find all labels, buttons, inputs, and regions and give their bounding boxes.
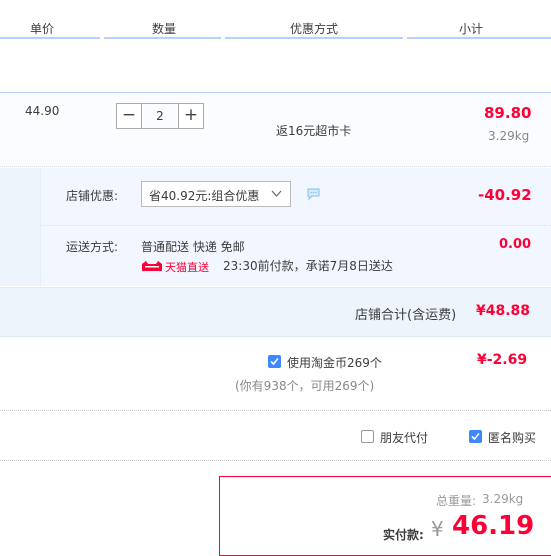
shipping-promise: 23:30前付款，承诺7月8日送达 [223, 259, 393, 273]
shipping-method: 普通配送 快递 免邮 [141, 240, 245, 254]
header-rule [407, 37, 551, 39]
item-subtotal: 89.80 [484, 104, 532, 122]
quantity-input[interactable]: 2 [142, 103, 178, 129]
cart-item-row: 44.90 − 2 + 返16元超市卡 89.80 3.29kg [0, 92, 551, 167]
checkmark-icon [471, 432, 480, 441]
section-divider [0, 460, 551, 461]
pay-currency: ¥ [431, 517, 444, 541]
shop-discount-select-value: 省40.92元:组合优惠 [149, 189, 260, 203]
item-weight: 3.29kg [488, 129, 530, 143]
quantity-decrease-button[interactable]: − [116, 103, 142, 129]
total-weight-value: 3.29kg [482, 492, 524, 506]
coins-discount-amount: ¥-2.69 [477, 352, 528, 368]
shop-total-amount: ¥48.88 [476, 303, 531, 319]
use-coins-checkbox[interactable] [268, 355, 281, 368]
shop-discount-amount: -40.92 [478, 186, 532, 204]
coins-note: (你有938个，可用269个) [235, 379, 375, 393]
item-promo: 返16元超市卡 [276, 124, 352, 138]
anonymous-purchase-checkbox[interactable] [469, 430, 482, 443]
header-rule [0, 37, 100, 39]
friend-pay-checkbox[interactable] [361, 430, 374, 443]
pay-amount: 46.19 [452, 511, 535, 541]
chevron-down-icon [271, 190, 282, 197]
friend-pay-label: 朋友代付 [380, 431, 429, 445]
unit-price: 44.90 [25, 104, 60, 118]
use-coins-label: 使用淘金币269个 [287, 356, 382, 370]
header-rule [104, 37, 221, 39]
shop-divider [40, 225, 551, 226]
message-icon[interactable] [307, 188, 320, 200]
section-divider [0, 410, 551, 411]
payment-summary-box: 总重量: 3.29kg 实付款: ¥ 46.19 [219, 476, 551, 556]
shop-discount-select[interactable]: 省40.92元:组合优惠 [141, 181, 291, 207]
quantity-increase-button[interactable]: + [178, 103, 204, 129]
anonymous-purchase-label: 匿名购买 [488, 431, 537, 445]
col-discount: 优惠方式 [290, 22, 339, 36]
col-subtotal: 小计 [459, 22, 484, 36]
quantity-stepper: − 2 + [116, 103, 204, 129]
shipping-amount: 0.00 [499, 237, 532, 252]
shop-total-row: 店铺合计(含运费) ¥48.88 [0, 287, 551, 337]
tmall-badge-text: 天猫直送 [165, 261, 209, 274]
col-unit-price: 单价 [30, 22, 55, 36]
table-header: 单价 数量 优惠方式 小计 [0, 0, 551, 39]
pay-label: 实付款: [383, 528, 424, 542]
tmall-direct-badge: 天猫直送 [141, 259, 213, 274]
tmall-cat-icon [142, 261, 162, 271]
shop-discount-label: 店铺优惠: [66, 189, 119, 203]
shipping-label: 运送方式: [66, 240, 119, 254]
col-quantity: 数量 [152, 22, 177, 36]
header-rule [225, 37, 403, 39]
checkmark-icon [270, 357, 279, 366]
total-weight-label: 总重量: [436, 494, 477, 508]
shop-total-label: 店铺合计(含运费) [355, 308, 457, 323]
